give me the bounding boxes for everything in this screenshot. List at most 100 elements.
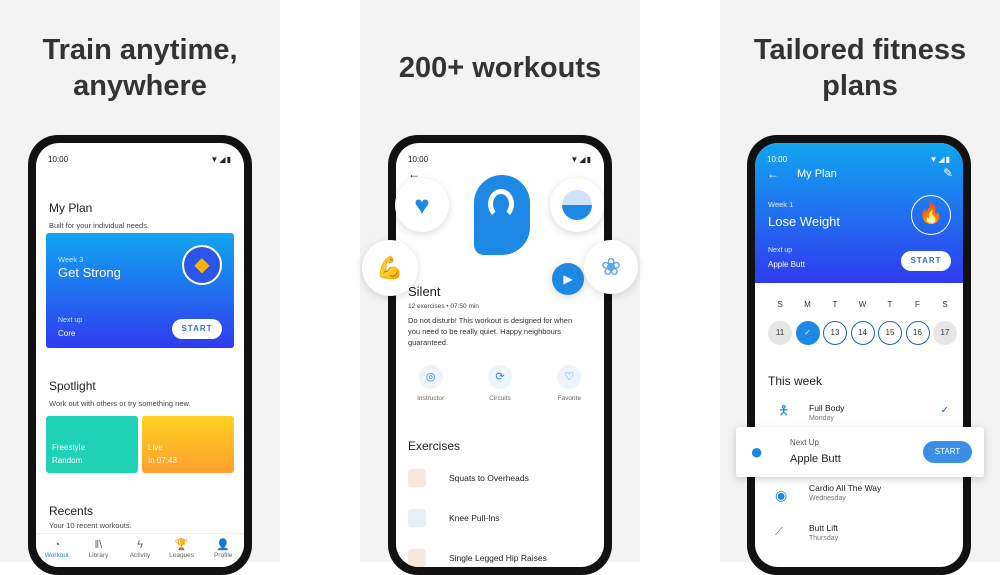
action-label: Favorite bbox=[557, 395, 582, 402]
workout-item[interactable]: Butt Lift bbox=[809, 523, 838, 533]
section-title: This week bbox=[768, 374, 823, 388]
plan-name: Lose Weight bbox=[768, 214, 841, 229]
day-past[interactable]: 17 bbox=[933, 321, 957, 345]
circuits-button[interactable]: ⟳ Circuits bbox=[470, 365, 530, 402]
day-upcoming[interactable]: 16 bbox=[905, 321, 930, 345]
phone: 10:00 ▼◢▮ My Plan Built for your individ… bbox=[28, 135, 252, 575]
butt-lift-icon: ⟋ bbox=[775, 526, 783, 538]
workout-title: Silent bbox=[408, 284, 441, 299]
meditation-icon bbox=[550, 178, 604, 232]
section-subtitle: Work out with others or try something ne… bbox=[49, 399, 191, 408]
day-past[interactable]: 11 bbox=[768, 321, 792, 345]
start-button[interactable]: START bbox=[172, 319, 222, 339]
play-button[interactable]: ▶ bbox=[552, 263, 584, 295]
section-title: My Plan bbox=[49, 201, 93, 215]
next-label: Next up bbox=[58, 317, 83, 324]
edit-button[interactable]: ✎ bbox=[943, 166, 953, 180]
flame-icon: 🔥 bbox=[911, 195, 951, 235]
day-label: S bbox=[777, 300, 783, 309]
library-icon: ǁ\ bbox=[94, 539, 103, 551]
activity-icon: ϟ bbox=[137, 539, 143, 551]
headline: anywhere bbox=[73, 70, 207, 102]
muscle-icon: 💪 bbox=[362, 240, 418, 296]
cardio-icon: ◉ bbox=[775, 487, 788, 503]
day-done[interactable]: ✓ bbox=[795, 321, 820, 345]
exercise-item[interactable]: Knee Pull-Ins bbox=[449, 513, 500, 523]
nav-leagues[interactable]: 🏆 Leagues bbox=[161, 534, 203, 567]
section-title: Spotlight bbox=[49, 379, 96, 393]
status-time: 10:00 bbox=[408, 155, 429, 164]
ear-icon bbox=[474, 175, 530, 255]
headline: 200+ workouts bbox=[398, 52, 602, 84]
nav-library[interactable]: ǁ\ Library bbox=[78, 534, 120, 567]
workout-day: Thursday bbox=[809, 535, 839, 542]
card-sub: Random bbox=[52, 456, 83, 465]
day-label: M bbox=[804, 300, 811, 309]
actions-row: ◎ Instructor ⟳ Circuits ♡ Favorite bbox=[396, 365, 604, 402]
freestyle-card[interactable]: Freestyle Random bbox=[46, 416, 138, 473]
heart-icon: ♥ bbox=[395, 178, 449, 232]
plan-week: Week 3 bbox=[58, 255, 84, 264]
panel-1: Train anytime, anywhere 10:00 ▼◢▮ My Pla… bbox=[0, 0, 280, 575]
plan-name: Get Strong bbox=[58, 265, 121, 280]
heart-icon: ♡ bbox=[557, 365, 582, 389]
phone: 10:00 ▼◢▮ ← My Plan ✎ Week 1 Lose Weight… bbox=[747, 135, 971, 575]
day-upcoming[interactable]: 14 bbox=[850, 321, 875, 345]
next-workout: Apple Butt bbox=[768, 260, 805, 269]
nav-activity[interactable]: ϟ Activity bbox=[119, 534, 161, 567]
card-title: Live bbox=[148, 443, 163, 452]
exercise-thumbnail bbox=[408, 469, 426, 487]
day-label: F bbox=[915, 300, 920, 309]
nav-profile[interactable]: 👤 Profile bbox=[202, 534, 244, 567]
next-up-label: Next Up bbox=[790, 438, 819, 447]
panel-3: Tailored fitness plans 10:00 ▼◢▮ ← My Pl… bbox=[720, 0, 1000, 575]
instructor-button[interactable]: ◎ Instructor bbox=[401, 365, 461, 402]
next-up-name: Apple Butt bbox=[790, 453, 841, 465]
exercise-item[interactable]: Squats to Overheads bbox=[449, 473, 529, 483]
panel-2: 200+ workouts 10:00 ▼◢▮ ← Silent 12 exer… bbox=[360, 0, 640, 575]
plan-week: Week 1 bbox=[768, 200, 794, 209]
headline: Train anytime, bbox=[42, 34, 238, 66]
next-label: Next up bbox=[768, 247, 793, 254]
check-icon: ✓ bbox=[940, 405, 949, 416]
nav-workout[interactable]: ◔ Workout bbox=[36, 534, 78, 567]
instructor-icon: ◎ bbox=[418, 365, 443, 389]
back-button[interactable]: ← bbox=[767, 167, 779, 181]
workout-day: Monday bbox=[809, 415, 834, 422]
next-up-card[interactable]: ● Next Up Apple Butt START bbox=[736, 427, 984, 477]
exercise-thumbnail bbox=[408, 509, 426, 527]
start-button[interactable]: START bbox=[901, 251, 951, 271]
workout-meta: 12 exercises • 07:50 min bbox=[408, 303, 479, 310]
status-time: 10:00 bbox=[767, 155, 788, 164]
workout-description: Do not disturb! This workout is designed… bbox=[408, 316, 573, 347]
start-button[interactable]: START bbox=[923, 441, 972, 463]
apple-icon: ● bbox=[750, 439, 764, 464]
section-subtitle: Built for your individual needs. bbox=[49, 221, 150, 230]
status-icons: ▼◢▮ bbox=[570, 155, 592, 164]
workout-name: Full Body bbox=[809, 403, 845, 413]
diamond-icon: ◆ bbox=[182, 245, 222, 285]
section-subtitle: Your 10 recent workouts. bbox=[49, 521, 132, 530]
day-label: S bbox=[942, 300, 948, 309]
day-label: W bbox=[858, 300, 867, 309]
favorite-button[interactable]: ♡ Favorite bbox=[539, 365, 599, 402]
action-label: Circuits bbox=[489, 395, 511, 402]
profile-icon: 👤 bbox=[216, 539, 231, 551]
status-icons: ▼◢▮ bbox=[210, 155, 232, 164]
workout-day: Wednesday bbox=[809, 495, 846, 502]
plan-card[interactable]: Week 3 Get Strong ◆ Next up Core START bbox=[46, 233, 234, 348]
day-label: T bbox=[832, 300, 838, 309]
status-icons: ▼◢▮ bbox=[929, 155, 951, 164]
workout-item[interactable]: Cardio All The Way bbox=[809, 483, 881, 493]
exercises-title: Exercises bbox=[408, 439, 461, 453]
headline: Tailored fitness bbox=[753, 34, 967, 66]
circuits-icon: ⟳ bbox=[487, 365, 512, 389]
day-upcoming[interactable]: 15 bbox=[878, 321, 902, 345]
card-sub: In 07:43 bbox=[148, 456, 177, 465]
day-upcoming[interactable]: 13 bbox=[823, 321, 847, 345]
live-card[interactable]: Live In 07:43 bbox=[142, 416, 234, 473]
exercise-thumbnail bbox=[408, 549, 426, 567]
day-label: T bbox=[887, 300, 893, 309]
card-title: Freestyle bbox=[52, 443, 85, 452]
screen-title: My Plan bbox=[797, 168, 837, 180]
